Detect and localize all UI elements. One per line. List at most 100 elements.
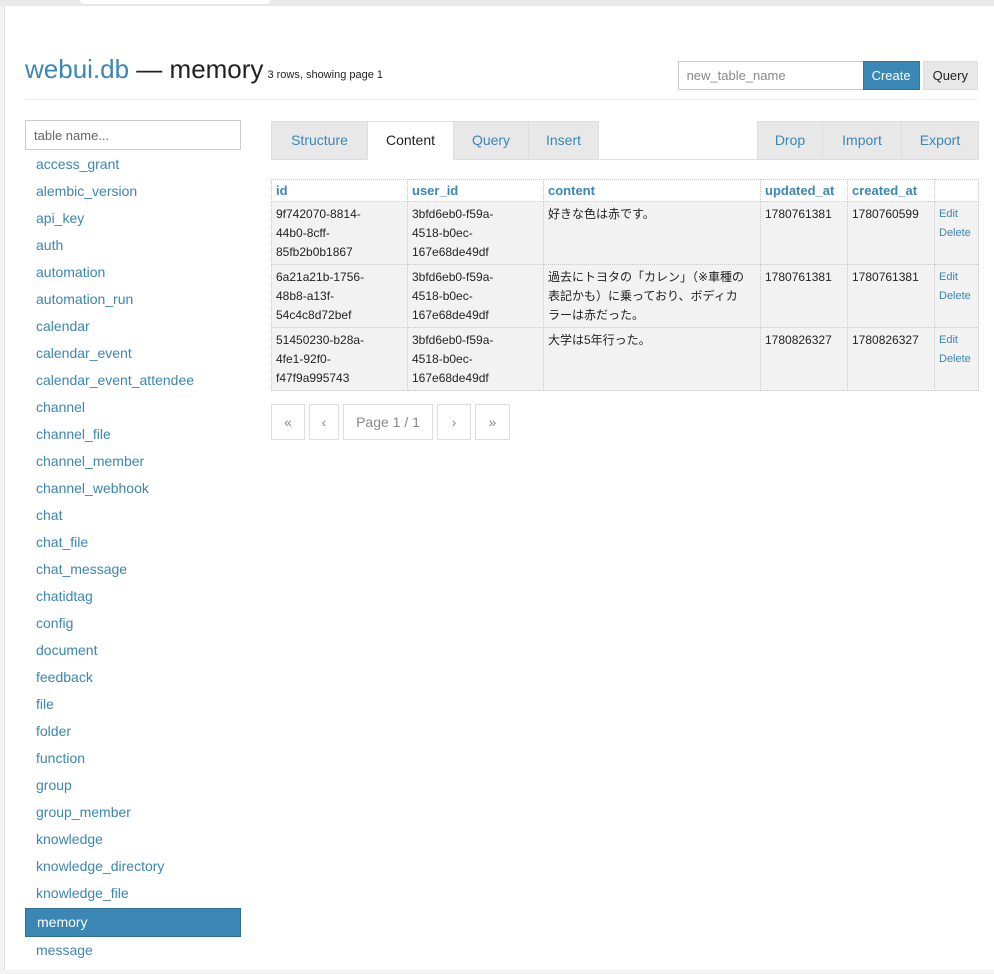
sidebar-item[interactable]: feedback [25,664,243,691]
tab-insert[interactable]: Insert [528,121,599,160]
page-header: webui.db — memory 3 rows, showing page 1 … [25,50,978,100]
cell-line: 過去にトヨタの「カレン」（※車種の [548,270,745,284]
sidebar-item[interactable]: calendar_event [25,340,243,367]
cell-id: 6a21a21b-1756- 48b8-a13f- 54c4c8d72bef [271,264,408,328]
sidebar-item[interactable]: automation_run [25,286,243,313]
sidebar-item[interactable]: access_grant [25,151,243,178]
column-header-created-at[interactable]: created_at [847,179,935,202]
new-table-name-input[interactable] [677,61,863,90]
delete-link[interactable]: Delete [939,287,974,306]
next-page-button[interactable]: › [437,404,471,440]
sidebar-item[interactable]: folder [25,718,243,745]
cell-line: 9f742070-8814- [276,207,361,221]
cell-line: f47f9a995743 [276,371,350,385]
sidebar-item[interactable]: api_key [25,205,243,232]
cell-content: 過去にトヨタの「カレン」（※車種の 表記かも）に乗っており、ボディカ ラーは赤だった… [543,264,761,328]
sidebar-item[interactable]: group_member [25,799,243,826]
page-title: webui.db — memory 3 rows, showing page 1 [25,54,383,85]
sidebar-item-active[interactable]: memory [25,908,241,937]
cell-actions: Edit Delete [934,264,979,328]
browser-tab-stub [80,0,270,4]
cell-updated-at: 1780761381 [760,264,848,328]
cell-line: ラーは赤だった。 [548,308,645,322]
cell-user-id: 3bfd6eb0-f59a- 4518-b0ec- 167e68de49df [407,201,544,265]
cell-line: 6a21a21b-1756- [276,270,365,284]
cell-line: 48b8-a13f- [276,289,335,303]
sidebar-item[interactable]: calendar_event_attendee [25,367,243,394]
column-header-content[interactable]: content [543,179,761,202]
sidebar-item[interactable]: function [25,745,243,772]
sidebar-item[interactable]: automation [25,259,243,286]
title-separator: — [129,54,170,84]
sidebar: access_grant alembic_version api_key aut… [25,120,243,964]
cell-user-id: 3bfd6eb0-f59a- 4518-b0ec- 167e68de49df [407,264,544,328]
cell-line: 4fe1-92f0- [276,352,331,366]
sidebar-item[interactable]: channel_file [25,421,243,448]
sidebar-item[interactable]: file [25,691,243,718]
cell-id: 51450230-b28a- 4fe1-92f0- f47f9a995743 [271,327,408,391]
column-header-user-id[interactable]: user_id [407,179,544,202]
tab-export[interactable]: Export [901,121,979,160]
page: webui.db — memory 3 rows, showing page 1 … [4,6,994,970]
cell-line: 167e68de49df [412,308,489,322]
cell-line: 51450230-b28a- [276,333,365,347]
cell-content: 大学は5年行った。 [543,327,761,391]
sidebar-item[interactable]: channel [25,394,243,421]
table-row: 9f742070-8814- 44b0-8cff- 85fb2b0b1867 3bf… [271,201,979,265]
page-indicator: Page 1 / 1 [343,404,433,440]
cell-updated-at: 1780826327 [760,327,848,391]
delete-link[interactable]: Delete [939,350,974,369]
table-header-row: id user_id content updated_at created_at [271,179,979,202]
sidebar-item[interactable]: knowledge_file [25,880,243,907]
edit-link[interactable]: Edit [939,331,974,350]
sidebar-item[interactable]: channel_webhook [25,475,243,502]
tab-structure[interactable]: Structure [271,121,368,160]
table-list: access_grant alembic_version api_key aut… [25,151,243,964]
prev-page-button[interactable]: ‹ [309,404,339,440]
column-header-id[interactable]: id [271,179,408,202]
table-search-input[interactable] [25,120,241,150]
create-table-form: Create Query [677,61,978,90]
sidebar-item[interactable]: calendar [25,313,243,340]
cell-line: 85fb2b0b1867 [276,245,353,259]
edit-link[interactable]: Edit [939,205,974,224]
sidebar-item[interactable]: knowledge [25,826,243,853]
last-page-button[interactable]: » [475,404,510,440]
delete-link[interactable]: Delete [939,224,974,243]
sidebar-item[interactable]: message [25,937,243,964]
cell-user-id: 3bfd6eb0-f59a- 4518-b0ec- 167e68de49df [407,327,544,391]
first-page-button[interactable]: « [271,404,305,440]
sidebar-item[interactable]: alembic_version [25,178,243,205]
sidebar-item[interactable]: channel_member [25,448,243,475]
sidebar-item[interactable]: document [25,637,243,664]
cell-line: 好きな色は赤です。 [548,207,655,221]
query-button[interactable]: Query [922,61,978,90]
tab-import[interactable]: Import [822,121,902,160]
cell-id: 9f742070-8814- 44b0-8cff- 85fb2b0b1867 [271,201,408,265]
cell-updated-at: 1780761381 [760,201,848,265]
tab-query[interactable]: Query [453,121,529,160]
cell-line: 3bfd6eb0-f59a- [412,333,494,347]
cell-line: 3bfd6eb0-f59a- [412,207,494,221]
tab-drop[interactable]: Drop [757,121,823,160]
tab-bar: Structure Content Query Insert Drop Impo… [271,121,979,160]
db-name-link[interactable]: webui.db [25,54,129,84]
row-info: 3 rows, showing page 1 [267,69,384,81]
sidebar-item[interactable]: chat [25,502,243,529]
sidebar-item[interactable]: chat_file [25,529,243,556]
pagination: « ‹ Page 1 / 1 › » [271,404,514,440]
sidebar-item[interactable]: config [25,610,243,637]
sidebar-item[interactable]: group [25,772,243,799]
edit-link[interactable]: Edit [939,268,974,287]
column-header-actions [934,179,979,202]
cell-created-at: 1780761381 [847,264,935,328]
cell-line: 54c4c8d72bef [276,308,352,322]
column-header-updated-at[interactable]: updated_at [760,179,848,202]
sidebar-item[interactable]: knowledge_directory [25,853,243,880]
sidebar-item[interactable]: chatidtag [25,583,243,610]
create-button[interactable]: Create [862,61,920,90]
sidebar-item[interactable]: auth [25,232,243,259]
cell-content: 好きな色は赤です。 [543,201,761,265]
sidebar-item[interactable]: chat_message [25,556,243,583]
tab-content[interactable]: Content [367,121,454,160]
